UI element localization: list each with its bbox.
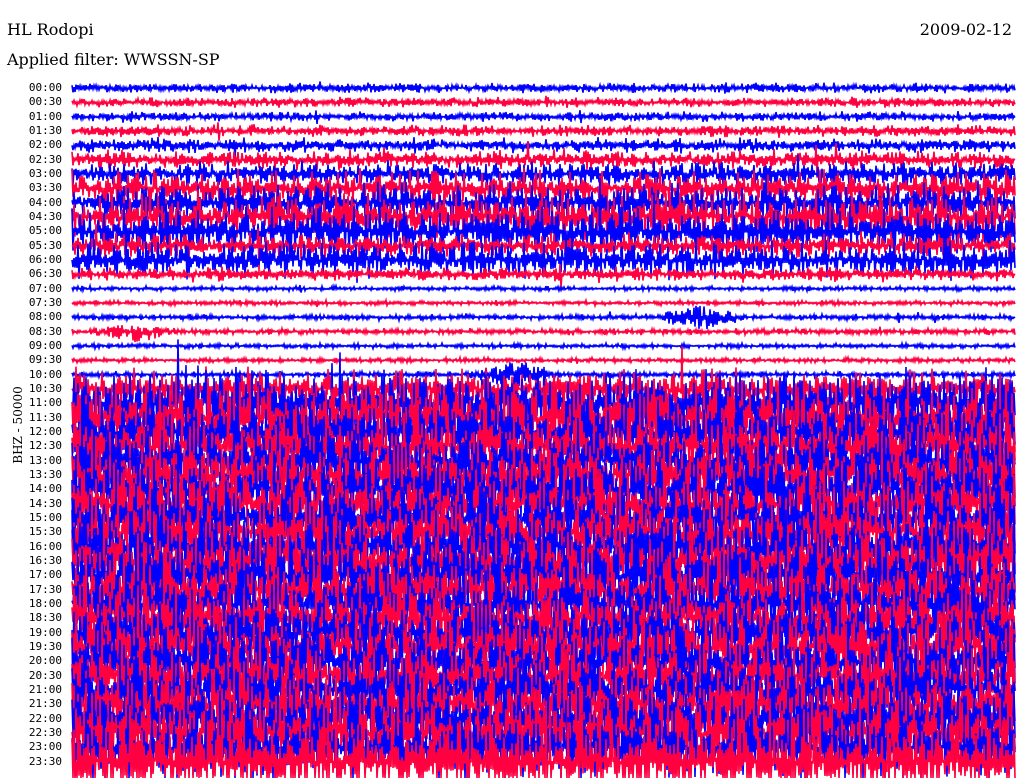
trace-line — [71, 325, 1016, 343]
trace-line — [71, 95, 1016, 109]
trace-line — [71, 354, 1016, 366]
helicorder-page: HL Rodopi 2009-02-12 Applied filter: WWS… — [0, 0, 1024, 780]
trace-line — [71, 340, 1016, 352]
helicorder-plot — [71, 81, 1016, 779]
trace-line — [71, 81, 1016, 95]
trace-line — [71, 305, 1016, 330]
trace-line — [71, 297, 1016, 309]
trace-line — [71, 282, 1016, 295]
trace-line — [71, 122, 1016, 141]
trace-line — [71, 110, 1016, 124]
